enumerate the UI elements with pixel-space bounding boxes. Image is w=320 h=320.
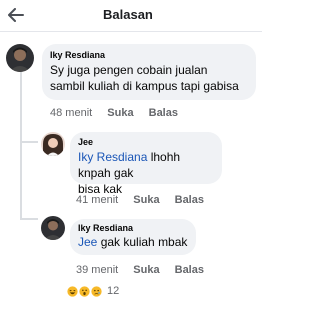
wow-icon bbox=[79, 285, 90, 297]
like-button[interactable]: Suka bbox=[133, 194, 159, 206]
thread-line bbox=[20, 72, 22, 220]
like-button[interactable]: Suka bbox=[133, 264, 159, 276]
mention-link[interactable]: Iky Resdiana bbox=[78, 150, 147, 164]
thread-branch bbox=[20, 218, 38, 220]
comment-actions: 39 menit Suka Balas bbox=[76, 264, 216, 276]
comment-time: 41 menit bbox=[76, 194, 119, 206]
comment-bubble: Iky Resdiana Sy juga pengen cobain juala… bbox=[42, 44, 256, 100]
comment-text: Iky Resdiana lhohh knpah gak bbox=[78, 149, 214, 181]
thread-branch bbox=[20, 141, 38, 143]
mention-link[interactable]: Jee bbox=[78, 235, 97, 249]
comment-text: Jee gak kuliah mbak bbox=[78, 234, 188, 250]
page-title: Balasan bbox=[103, 7, 153, 22]
avatar[interactable] bbox=[6, 44, 34, 72]
top-bar: Balasan bbox=[0, 0, 262, 32]
comment-time: 39 menit bbox=[76, 264, 119, 276]
header-divider bbox=[0, 31, 262, 32]
avatar[interactable] bbox=[41, 132, 65, 156]
reply-button[interactable]: Balas bbox=[149, 107, 178, 119]
commenter-name[interactable]: Iky Resdiana bbox=[78, 223, 188, 233]
reaction-count: 12 bbox=[107, 285, 120, 297]
like-button[interactable]: Suka bbox=[107, 107, 133, 119]
comment-text: sambil kuliah di kampus tapi gabisa bbox=[50, 79, 239, 93]
reaction-summary[interactable]: 12 bbox=[67, 285, 119, 297]
comment-bubble: Jee Iky Resdiana lhohh knpah gak bisa ka… bbox=[70, 132, 222, 196]
comment-time: 48 menit bbox=[50, 107, 93, 119]
haha-icon bbox=[67, 285, 78, 297]
sad-icon bbox=[91, 285, 102, 297]
commenter-name[interactable]: Jee bbox=[78, 137, 214, 147]
comment-actions: 48 menit Suka Balas bbox=[50, 107, 190, 119]
avatar[interactable] bbox=[41, 216, 65, 240]
commenter-name[interactable]: Iky Resdiana bbox=[50, 50, 248, 60]
comment-text: Sy juga pengen cobain jualan bbox=[50, 63, 208, 77]
reply-button[interactable]: Balas bbox=[175, 194, 204, 206]
comment-actions: 41 menit Suka Balas bbox=[76, 194, 216, 206]
reply-button[interactable]: Balas bbox=[175, 264, 204, 276]
comment-text-body: gak kuliah mbak bbox=[97, 235, 188, 249]
comment-bubble: Iky Resdiana Jee gak kuliah mbak bbox=[70, 219, 196, 255]
back-arrow-icon[interactable] bbox=[8, 8, 24, 22]
